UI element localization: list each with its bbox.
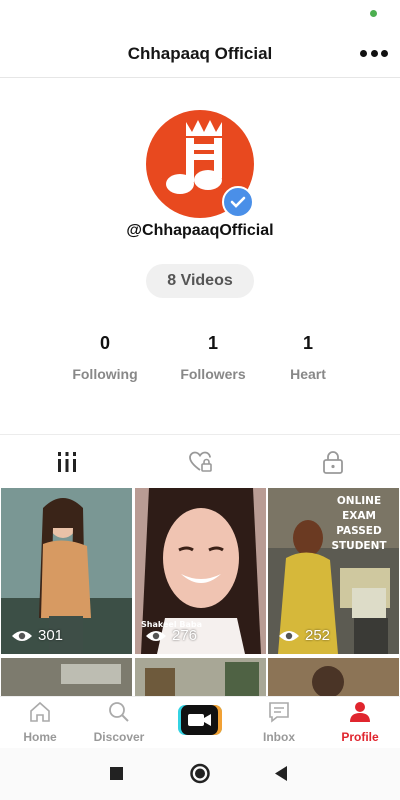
- thumbnail-image: [268, 658, 399, 696]
- view-count-value: 301: [38, 627, 64, 644]
- video-caption: ONLINE EXAM PASSED STUDENT: [331, 495, 387, 552]
- heart-lock-icon: [189, 451, 212, 472]
- tab-videos[interactable]: [52, 447, 82, 477]
- view-count: 252: [278, 627, 330, 644]
- grid-bars-icon: [58, 452, 76, 472]
- following-label: Following: [72, 366, 138, 382]
- more-options-icon[interactable]: [360, 50, 388, 58]
- thumbnail-image: [1, 658, 132, 696]
- view-count-value: 276: [172, 627, 198, 644]
- nav-inbox[interactable]: Inbox: [239, 701, 319, 744]
- profile-header: Chhapaaq Official: [0, 30, 400, 78]
- video-camera-icon: [178, 705, 222, 735]
- nav-profile-label: Profile: [341, 730, 379, 744]
- nav-discover[interactable]: Discover: [79, 701, 159, 744]
- home-icon: [30, 701, 50, 722]
- profile-stats: 0 Following 1 Followers 1 Heart: [0, 333, 400, 393]
- tab-private[interactable]: [318, 447, 348, 477]
- content-tabs: [0, 434, 400, 486]
- nav-home-label: Home: [23, 730, 57, 744]
- tab-liked[interactable]: [185, 447, 215, 477]
- search-icon: [109, 702, 129, 722]
- thumbnail-image: [135, 658, 266, 696]
- video-thumbnail[interactable]: Shakeel Baba 276: [135, 488, 266, 654]
- following-count: 0: [99, 333, 110, 353]
- system-navigation-bar: [0, 748, 400, 800]
- status-indicator: [370, 10, 377, 17]
- followers-label: Followers: [180, 366, 246, 382]
- profile-icon: [350, 702, 370, 722]
- following-stat[interactable]: 0 Following: [50, 333, 160, 382]
- video-thumbnail[interactable]: ONLINE EXAM PASSED STUDENT 252: [268, 488, 399, 654]
- nav-inbox-label: Inbox: [263, 730, 295, 744]
- inbox-icon: [269, 702, 289, 723]
- create-video-button[interactable]: [160, 705, 240, 740]
- recents-icon: [110, 767, 123, 780]
- eye-icon: [146, 630, 166, 641]
- nav-discover-label: Discover: [93, 730, 145, 744]
- nav-profile[interactable]: Profile: [320, 701, 400, 744]
- followers-stat[interactable]: 1 Followers: [158, 333, 268, 382]
- followers-count: 1: [207, 333, 218, 353]
- bottom-navigation: Home Discover Inbox Profile: [0, 696, 400, 748]
- heart-count: 1: [302, 333, 313, 353]
- heart-stat[interactable]: 1 Heart: [253, 333, 363, 382]
- view-count: 276: [145, 627, 197, 644]
- username: @ChhapaaqOfficial: [126, 222, 274, 239]
- back-icon: [275, 766, 287, 781]
- view-count-value: 252: [305, 627, 331, 644]
- video-thumbnail[interactable]: [135, 658, 266, 696]
- page-title: Chhapaaq Official: [127, 44, 273, 63]
- system-buttons: [110, 763, 287, 784]
- view-count: 301: [11, 627, 63, 644]
- verified-badge-icon: [222, 186, 254, 218]
- eye-icon: [12, 630, 32, 641]
- video-thumbnail[interactable]: 301: [1, 488, 132, 654]
- video-thumbnail[interactable]: [1, 658, 132, 696]
- heart-label: Heart: [290, 366, 326, 382]
- lock-icon: [323, 451, 343, 474]
- nav-home[interactable]: Home: [0, 701, 80, 744]
- video-thumbnail[interactable]: [268, 658, 399, 696]
- eye-icon: [279, 630, 299, 641]
- video-grid: 301 Shakeel Baba 276 ONLINE EXAM PASSED …: [0, 488, 400, 696]
- videos-count-badge: 8 Videos: [146, 264, 254, 298]
